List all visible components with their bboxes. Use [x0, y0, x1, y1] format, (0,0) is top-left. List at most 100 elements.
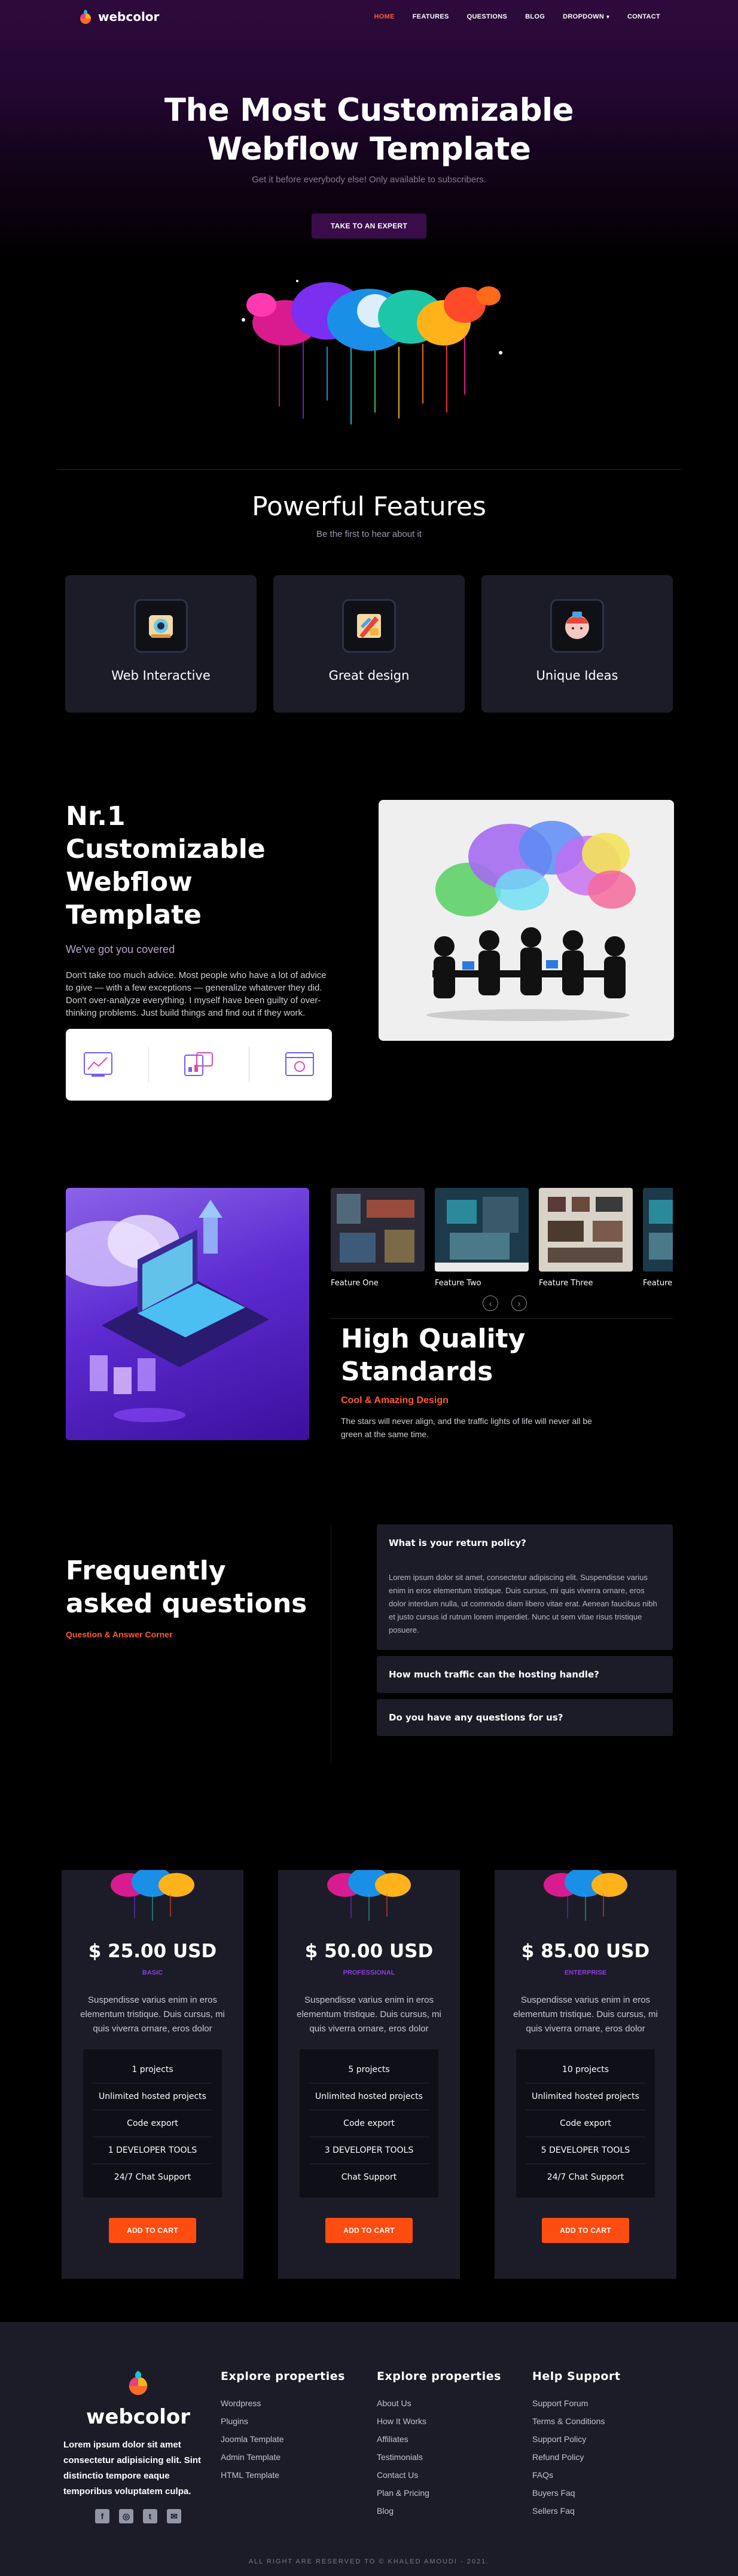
- customizable-body: Don't take too much advice. Most people …: [66, 970, 327, 1018]
- expert-button[interactable]: TAKE TO AN EXPERT: [311, 213, 427, 239]
- slide-item[interactable]: Feature Four: [643, 1188, 673, 1288]
- faq-item[interactable]: How much traffic can the hosting handle?: [377, 1656, 673, 1693]
- footer-link[interactable]: Joomla Template: [221, 2434, 345, 2444]
- slide-image: [643, 1188, 673, 1272]
- plan-feature: Unlimited hosted projects: [309, 2083, 429, 2110]
- footer-link[interactable]: Admin Template: [221, 2452, 345, 2462]
- pricing-card-basic: $ 25.00 USD BASIC Suspendisse varius eni…: [62, 1870, 243, 2279]
- logo-icon: [129, 2370, 148, 2395]
- customizable-tagline: We've got you covered: [66, 943, 175, 955]
- footer-link[interactable]: Blog: [377, 2506, 501, 2516]
- features-subtitle: Be the first to hear about it: [316, 529, 422, 539]
- facebook-icon[interactable]: f: [95, 2509, 109, 2523]
- quality-title: High Quality Standards: [341, 1324, 526, 1387]
- add-to-cart-button[interactable]: ADD TO CART: [325, 2218, 413, 2243]
- site-footer: webcolor Lorem ipsum dolor sit amet cons…: [0, 2322, 738, 2576]
- footer-link[interactable]: HTML Template: [221, 2470, 345, 2480]
- footer-link[interactable]: Affiliates: [377, 2434, 501, 2444]
- quality-divider: [331, 1318, 673, 1319]
- faq-question: Do you have any questions for us?: [389, 1712, 563, 1723]
- nav-blog[interactable]: BLOG: [525, 13, 545, 20]
- pricing-card-enterprise: $ 85.00 USD ENTERPRISE Suspendisse variu…: [495, 1870, 676, 2279]
- main-menu: HOME FEATURES QUESTIONS BLOG DROPDOWN ▾ C…: [374, 13, 660, 20]
- quality-section: Feature One Feature Two Feature Three Fe…: [0, 1188, 738, 1445]
- footer-link[interactable]: Support Policy: [532, 2434, 620, 2444]
- footer-link[interactable]: About Us: [377, 2398, 501, 2408]
- feature-cards: Web Interactive Great design Unique Idea…: [0, 575, 738, 713]
- pricing-card-professional: $ 50.00 USD PROFESSIONAL Suspendisse var…: [278, 1870, 460, 2279]
- card-flower-image: [495, 1870, 676, 1924]
- plan-feature: 5 DEVELOPER TOOLS: [526, 2137, 645, 2164]
- slide-item[interactable]: Feature Three: [539, 1188, 633, 1288]
- logo-icon: [80, 10, 91, 24]
- plan-feature: Chat Support: [341, 2172, 397, 2182]
- team-meeting-illustration: [379, 800, 674, 1041]
- faq-item[interactable]: Do you have any questions for us?: [377, 1699, 673, 1736]
- plan-tier: PROFESSIONAL: [343, 1969, 395, 1976]
- nav-home[interactable]: HOME: [374, 13, 395, 20]
- add-to-cart-button[interactable]: ADD TO CART: [109, 2218, 196, 2243]
- footer-link[interactable]: Terms & Conditions: [532, 2416, 620, 2426]
- footer-link[interactable]: Sellers Faq: [532, 2506, 620, 2516]
- footer-link[interactable]: Plan & Pricing: [377, 2488, 501, 2498]
- footer-link[interactable]: Wordpress: [221, 2398, 345, 2408]
- footer-link[interactable]: How It Works: [377, 2416, 501, 2426]
- hero-title: The Most Customizable Webflow Template: [164, 92, 574, 167]
- plan-feature: 10 projects: [526, 2056, 645, 2083]
- footer-link[interactable]: FAQs: [532, 2470, 620, 2480]
- footer-link[interactable]: Testimonials: [377, 2452, 501, 2462]
- footer-brand-name: webcolor: [86, 2405, 191, 2429]
- hero-flower-illustration: [0, 263, 738, 469]
- slide-caption: Feature Two: [435, 1279, 481, 1288]
- plan-features: 1 projects Unlimited hosted projects Cod…: [83, 2049, 222, 2198]
- slide-item[interactable]: Feature One: [331, 1188, 425, 1288]
- strip-separator: [148, 1047, 149, 1083]
- plan-description: Suspendisse varius enim in eros elementu…: [513, 1995, 658, 2034]
- chevron-left-icon[interactable]: ‹: [483, 1295, 498, 1311]
- feature-card-great-design[interactable]: Great design: [273, 575, 465, 713]
- faq-heading: Frequently asked questions Question & An…: [66, 1554, 317, 1639]
- design-tools-icon: [342, 599, 396, 653]
- slide-image: [539, 1188, 633, 1272]
- pricing-section: $ 25.00 USD BASIC Suspendisse varius eni…: [0, 1870, 738, 2279]
- card-flower-image: [62, 1870, 243, 1924]
- card-flower-image: [278, 1870, 460, 1924]
- slide-image: [331, 1188, 425, 1272]
- dashboard-icon: [184, 1052, 214, 1076]
- chevron-right-icon[interactable]: ›: [511, 1295, 527, 1311]
- footer-link[interactable]: Refund Policy: [532, 2452, 620, 2462]
- mail-icon[interactable]: ✉: [167, 2509, 181, 2523]
- plan-feature: Code export: [526, 2110, 645, 2137]
- slide-caption: Feature Three: [539, 1279, 593, 1288]
- nav-features[interactable]: FEATURES: [413, 13, 449, 20]
- footer-link[interactable]: Buyers Faq: [532, 2488, 620, 2498]
- feature-card-web-interactive[interactable]: Web Interactive: [65, 575, 257, 713]
- plan-price: $ 50.00 USD: [304, 1941, 434, 1962]
- footer-blurb: Lorem ipsum dolor sit amet consectetur a…: [63, 2440, 202, 2496]
- faq-question: What is your return policy?: [389, 1538, 526, 1548]
- faq-item-open[interactable]: What is your return policy? Lorem ipsum …: [377, 1524, 673, 1650]
- customizable-title: Nr.1 Customizable Webflow Template: [66, 801, 266, 930]
- laptop-cloud-illustration: [66, 1188, 309, 1440]
- web-settings-icon: [285, 1052, 314, 1076]
- faq-section: Frequently asked questions Question & An…: [0, 1524, 738, 1781]
- plan-features: 10 projects Unlimited hosted projects Co…: [516, 2049, 655, 2198]
- nav-questions[interactable]: QUESTIONS: [467, 13, 508, 20]
- flower-art: [242, 280, 502, 424]
- twitter-icon[interactable]: t: [143, 2509, 157, 2523]
- add-to-cart-button[interactable]: ADD TO CART: [542, 2218, 629, 2243]
- quality-body: The stars will never align, and the traf…: [341, 1416, 592, 1439]
- slide-item[interactable]: Feature Two: [435, 1188, 529, 1288]
- robot-icon: [134, 599, 188, 653]
- feature-card-unique-ideas[interactable]: Unique Ideas: [481, 575, 673, 713]
- quality-text: High Quality Standards Cool & Amazing De…: [341, 1322, 592, 1441]
- instagram-icon[interactable]: ◎: [119, 2509, 133, 2523]
- nav-dropdown[interactable]: DROPDOWN ▾: [563, 13, 609, 20]
- footer-link[interactable]: Support Forum: [532, 2398, 620, 2408]
- nav-contact[interactable]: CONTACT: [627, 13, 660, 20]
- plan-feature: Code export: [93, 2110, 212, 2137]
- footer-link[interactable]: Contact Us: [377, 2470, 501, 2480]
- brand-logo[interactable]: webcolor: [78, 8, 159, 25]
- slide-caption: Feature Four: [643, 1279, 673, 1288]
- footer-link[interactable]: Plugins: [221, 2416, 345, 2426]
